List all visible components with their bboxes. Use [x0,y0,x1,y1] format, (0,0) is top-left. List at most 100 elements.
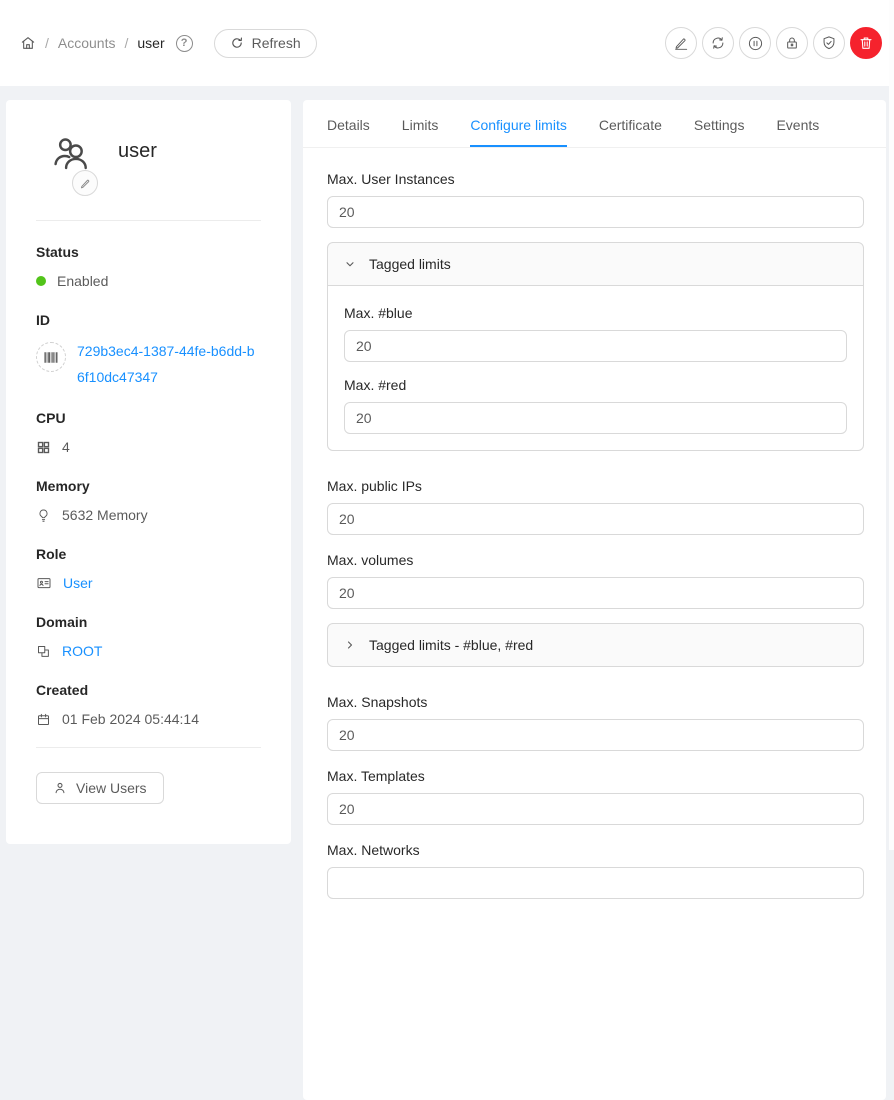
appstore-icon [36,440,51,455]
edit-icon [673,35,689,51]
max-networks-input[interactable] [327,867,864,899]
lock-account-button[interactable] [776,27,808,59]
max-red-label: Max. #red [344,374,847,396]
max-user-instances-input[interactable] [327,196,864,228]
tab-bar: Details Limits Configure limits Certific… [303,100,886,148]
verify-account-button[interactable] [813,27,845,59]
breadcrumb-separator: / [124,35,128,51]
created-value: 01 Feb 2024 05:44:14 [62,708,199,730]
max-red-field: Max. #red [344,374,847,434]
memory-block: Memory 5632 Memory [6,475,291,526]
max-blue-label: Max. #blue [344,302,847,324]
action-toolbar [665,27,882,59]
max-public-ips-input[interactable] [327,503,864,535]
max-networks-field: Max. Networks [327,839,864,899]
tagged-limits-panel-header[interactable]: Tagged limits [328,243,863,285]
user-icon [53,781,67,795]
cpu-block: CPU 4 [6,407,291,458]
lock-icon [784,35,800,51]
max-snapshots-field: Max. Snapshots [327,691,864,751]
sync-icon [710,35,726,51]
max-snapshots-input[interactable] [327,719,864,751]
role-label: Role [36,543,261,565]
max-blue-field: Max. #blue [344,302,847,362]
domain-block: Domain ROOT [6,611,291,662]
memory-label: Memory [36,475,261,497]
cpu-value: 4 [62,436,70,458]
tagged-limits-panel-body: Max. #blue Max. #red [328,285,863,450]
chevron-down-icon [344,258,356,270]
trash-icon [858,35,874,51]
tab-certificate[interactable]: Certificate [599,100,662,147]
breadcrumb-item-user: user [137,35,164,51]
scrollbar[interactable] [889,0,894,850]
breadcrumb-item-accounts[interactable]: Accounts [58,35,116,51]
memory-value: 5632 Memory [62,504,148,526]
home-icon[interactable] [20,35,36,51]
breadcrumb: / Accounts / user ? Refresh [20,29,317,58]
tab-limits[interactable]: Limits [402,100,439,147]
status-dot [36,276,46,286]
max-templates-field: Max. Templates [327,765,864,825]
block-icon [36,644,51,659]
tab-settings[interactable]: Settings [694,100,745,147]
refresh-button-label: Refresh [252,35,301,51]
max-templates-input[interactable] [327,793,864,825]
shield-check-icon [821,35,837,51]
view-users-button-label: View Users [76,780,147,796]
max-networks-label: Max. Networks [327,839,864,861]
id-block: ID 729b3ec4-1387-44fe-b6dd-b6f10dc47347 [6,309,291,390]
status-label: Status [36,241,261,263]
reload-icon [230,36,244,50]
account-info-card: user Status Enabled ID 729b3ec4-1387-44f… [6,100,291,844]
max-public-ips-label: Max. public IPs [327,475,864,497]
max-red-input[interactable] [344,402,847,434]
pencil-icon [79,177,92,190]
max-blue-input[interactable] [344,330,847,362]
tab-details[interactable]: Details [327,100,370,147]
domain-label: Domain [36,611,261,633]
main-content: user Status Enabled ID 729b3ec4-1387-44f… [0,86,894,1100]
team-icon [50,132,92,174]
tab-events[interactable]: Events [776,100,819,147]
max-public-ips-field: Max. public IPs [327,475,864,535]
breadcrumb-separator: / [45,35,49,51]
max-volumes-field: Max. volumes [327,549,864,609]
edit-account-button[interactable] [665,27,697,59]
view-users-button[interactable]: View Users [36,772,164,804]
status-block: Status Enabled [6,241,291,292]
update-resource-count-button[interactable] [702,27,734,59]
status-badge: Enabled [57,270,108,292]
edit-avatar-button[interactable] [72,170,98,196]
configure-limits-form: Max. User Instances Tagged limits Max. #… [303,148,886,937]
tab-configure-limits[interactable]: Configure limits [470,100,566,147]
bulb-icon [36,508,51,523]
calendar-icon [36,712,51,727]
cpu-label: CPU [36,407,261,429]
question-circle-icon[interactable]: ? [176,35,193,52]
id-label: ID [36,309,261,331]
account-id-link[interactable]: 729b3ec4-1387-44fe-b6dd-b6f10dc47347 [77,338,261,390]
pause-circle-icon [747,35,764,52]
header-bar: / Accounts / user ? Refresh [0,0,894,86]
max-user-instances-field: Max. User Instances [327,168,864,228]
divider [36,220,261,221]
disable-account-button[interactable] [739,27,771,59]
idcard-icon [36,575,52,591]
tagged-limits-panel-title: Tagged limits [369,253,451,275]
created-block: Created 01 Feb 2024 05:44:14 [6,679,291,730]
account-header: user [6,130,291,204]
role-link[interactable]: User [63,572,93,594]
max-volumes-input[interactable] [327,577,864,609]
max-snapshots-label: Max. Snapshots [327,691,864,713]
role-block: Role User [6,543,291,594]
max-templates-label: Max. Templates [327,765,864,787]
domain-link[interactable]: ROOT [62,640,102,662]
account-detail-card: Details Limits Configure limits Certific… [303,100,886,1100]
tagged-limits-collapsed-panel-header[interactable]: Tagged limits - #blue, #red [328,624,863,666]
max-user-instances-label: Max. User Instances [327,168,864,190]
delete-account-button[interactable] [850,27,882,59]
refresh-button[interactable]: Refresh [214,29,317,58]
account-name: user [118,140,157,204]
tagged-limits-collapsed-panel: Tagged limits - #blue, #red [327,623,864,667]
